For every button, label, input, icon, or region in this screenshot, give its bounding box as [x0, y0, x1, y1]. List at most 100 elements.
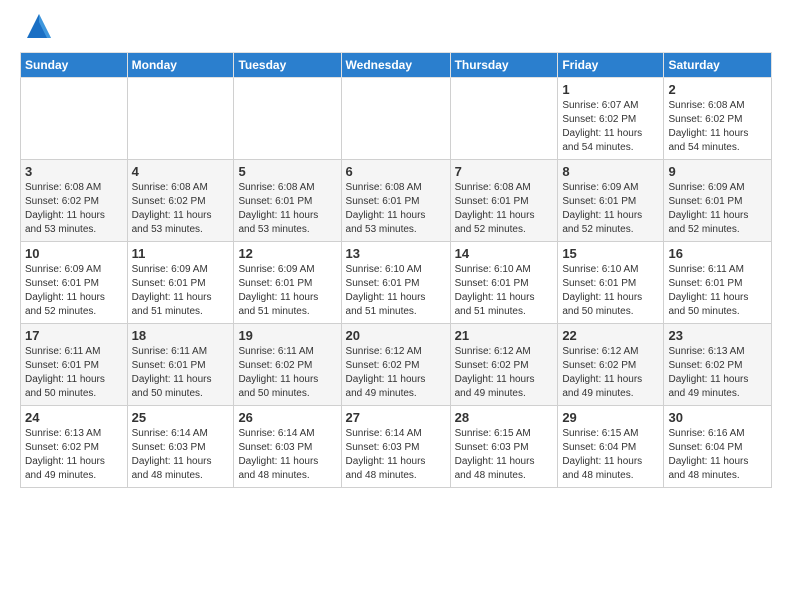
empty-cell	[341, 78, 450, 160]
day-cell-9: 9 Sunrise: 6:09 AMSunset: 6:01 PMDaylight…	[664, 160, 772, 242]
empty-cell	[21, 78, 128, 160]
day-info: Sunrise: 6:10 AMSunset: 6:01 PMDaylight:…	[562, 263, 659, 319]
weekday-header-monday: Monday	[127, 53, 234, 78]
day-info: Sunrise: 6:09 AMSunset: 6:01 PMDaylight:…	[25, 263, 123, 319]
day-cell-12: 12 Sunrise: 6:09 AMSunset: 6:01 PMDayligh…	[234, 242, 341, 324]
weekday-header-saturday: Saturday	[664, 53, 772, 78]
empty-cell	[450, 78, 558, 160]
day-cell-24: 24 Sunrise: 6:13 AMSunset: 6:02 PMDayligh…	[21, 406, 128, 488]
day-cell-23: 23 Sunrise: 6:13 AMSunset: 6:02 PMDayligh…	[664, 324, 772, 406]
day-cell-5: 5Sunrise: 6:08 AMSunset: 6:01 PMDaylight…	[234, 160, 341, 242]
calendar: SundayMondayTuesdayWednesdayThursdayFrid…	[20, 52, 772, 488]
day-number: 15	[562, 246, 659, 261]
day-number: 14	[455, 246, 554, 261]
day-number: 13	[346, 246, 446, 261]
day-info: Sunrise: 6:12 AMSunset: 6:02 PMDaylight:…	[455, 345, 554, 401]
day-cell-29: 29 Sunrise: 6:15 AMSunset: 6:04 PMDayligh…	[558, 406, 664, 488]
day-cell-21: 21Sunrise: 6:12 AMSunset: 6:02 PMDayligh…	[450, 324, 558, 406]
day-number: 23	[668, 328, 767, 343]
day-cell-27: 27 Sunrise: 6:14 AMSunset: 6:03 PMDayligh…	[341, 406, 450, 488]
week-row-1: 1 Sunrise: 6:07 AMSunset: 6:02 PMDaylight…	[21, 78, 772, 160]
day-info: Sunrise: 6:07 AMSunset: 6:02 PMDaylight:…	[562, 99, 659, 155]
weekday-header-tuesday: Tuesday	[234, 53, 341, 78]
day-number: 6	[346, 164, 446, 179]
day-cell-28: 28Sunrise: 6:15 AMSunset: 6:03 PMDayligh…	[450, 406, 558, 488]
week-row-3: 10 Sunrise: 6:09 AMSunset: 6:01 PMDayligh…	[21, 242, 772, 324]
day-number: 30	[668, 410, 767, 425]
day-info: Sunrise: 6:10 AMSunset: 6:01 PMDaylight:…	[455, 263, 554, 319]
weekday-header-thursday: Thursday	[450, 53, 558, 78]
day-info: Sunrise: 6:12 AMSunset: 6:02 PMDaylight:…	[562, 345, 659, 401]
day-info: Sunrise: 6:13 AMSunset: 6:02 PMDaylight:…	[25, 427, 123, 483]
day-info: Sunrise: 6:14 AMSunset: 6:03 PMDaylight:…	[238, 427, 336, 483]
day-info: Sunrise: 6:08 AMSunset: 6:02 PMDaylight:…	[25, 181, 123, 237]
day-cell-1: 1 Sunrise: 6:07 AMSunset: 6:02 PMDaylight…	[558, 78, 664, 160]
day-cell-16: 16 Sunrise: 6:11 AMSunset: 6:01 PMDayligh…	[664, 242, 772, 324]
week-row-2: 3 Sunrise: 6:08 AMSunset: 6:02 PMDaylight…	[21, 160, 772, 242]
day-number: 9	[668, 164, 767, 179]
day-number: 19	[238, 328, 336, 343]
day-cell-30: 30 Sunrise: 6:16 AMSunset: 6:04 PMDayligh…	[664, 406, 772, 488]
day-cell-4: 4 Sunrise: 6:08 AMSunset: 6:02 PMDaylight…	[127, 160, 234, 242]
day-cell-25: 25 Sunrise: 6:14 AMSunset: 6:03 PMDayligh…	[127, 406, 234, 488]
day-cell-19: 19 Sunrise: 6:11 AMSunset: 6:02 PMDayligh…	[234, 324, 341, 406]
day-number: 25	[132, 410, 230, 425]
day-number: 22	[562, 328, 659, 343]
day-cell-3: 3 Sunrise: 6:08 AMSunset: 6:02 PMDaylight…	[21, 160, 128, 242]
day-number: 29	[562, 410, 659, 425]
day-info: Sunrise: 6:11 AMSunset: 6:01 PMDaylight:…	[668, 263, 767, 319]
day-info: Sunrise: 6:08 AMSunset: 6:01 PMDaylight:…	[238, 181, 336, 237]
day-info: Sunrise: 6:11 AMSunset: 6:01 PMDaylight:…	[25, 345, 123, 401]
day-info: Sunrise: 6:14 AMSunset: 6:03 PMDaylight:…	[346, 427, 446, 483]
day-number: 16	[668, 246, 767, 261]
day-info: Sunrise: 6:09 AMSunset: 6:01 PMDaylight:…	[132, 263, 230, 319]
day-cell-2: 2 Sunrise: 6:08 AMSunset: 6:02 PMDaylight…	[664, 78, 772, 160]
day-info: Sunrise: 6:09 AMSunset: 6:01 PMDaylight:…	[238, 263, 336, 319]
empty-cell	[127, 78, 234, 160]
week-row-4: 17 Sunrise: 6:11 AMSunset: 6:01 PMDayligh…	[21, 324, 772, 406]
day-number: 24	[25, 410, 123, 425]
day-number: 4	[132, 164, 230, 179]
logo-icon	[23, 10, 55, 42]
day-info: Sunrise: 6:09 AMSunset: 6:01 PMDaylight:…	[668, 181, 767, 237]
day-cell-8: 8Sunrise: 6:09 AMSunset: 6:01 PMDaylight…	[558, 160, 664, 242]
day-info: Sunrise: 6:16 AMSunset: 6:04 PMDaylight:…	[668, 427, 767, 483]
day-cell-18: 18Sunrise: 6:11 AMSunset: 6:01 PMDayligh…	[127, 324, 234, 406]
day-info: Sunrise: 6:08 AMSunset: 6:02 PMDaylight:…	[132, 181, 230, 237]
day-cell-22: 22 Sunrise: 6:12 AMSunset: 6:02 PMDayligh…	[558, 324, 664, 406]
day-number: 20	[346, 328, 446, 343]
day-number: 27	[346, 410, 446, 425]
day-cell-6: 6 Sunrise: 6:08 AMSunset: 6:01 PMDaylight…	[341, 160, 450, 242]
day-info: Sunrise: 6:15 AMSunset: 6:04 PMDaylight:…	[562, 427, 659, 483]
day-info: Sunrise: 6:08 AMSunset: 6:02 PMDaylight:…	[668, 99, 767, 155]
weekday-header-wednesday: Wednesday	[341, 53, 450, 78]
day-cell-26: 26 Sunrise: 6:14 AMSunset: 6:03 PMDayligh…	[234, 406, 341, 488]
day-cell-15: 15 Sunrise: 6:10 AMSunset: 6:01 PMDayligh…	[558, 242, 664, 324]
day-number: 10	[25, 246, 123, 261]
day-cell-11: 11 Sunrise: 6:09 AMSunset: 6:01 PMDayligh…	[127, 242, 234, 324]
weekday-header-row: SundayMondayTuesdayWednesdayThursdayFrid…	[21, 53, 772, 78]
day-info: Sunrise: 6:11 AMSunset: 6:02 PMDaylight:…	[238, 345, 336, 401]
logo	[20, 16, 55, 42]
empty-cell	[234, 78, 341, 160]
week-row-5: 24 Sunrise: 6:13 AMSunset: 6:02 PMDayligh…	[21, 406, 772, 488]
day-number: 11	[132, 246, 230, 261]
day-number: 17	[25, 328, 123, 343]
day-number: 1	[562, 82, 659, 97]
day-cell-17: 17 Sunrise: 6:11 AMSunset: 6:01 PMDayligh…	[21, 324, 128, 406]
day-cell-10: 10 Sunrise: 6:09 AMSunset: 6:01 PMDayligh…	[21, 242, 128, 324]
day-cell-13: 13 Sunrise: 6:10 AMSunset: 6:01 PMDayligh…	[341, 242, 450, 324]
day-number: 18	[132, 328, 230, 343]
day-number: 3	[25, 164, 123, 179]
day-info: Sunrise: 6:10 AMSunset: 6:01 PMDaylight:…	[346, 263, 446, 319]
day-info: Sunrise: 6:09 AMSunset: 6:01 PMDaylight:…	[562, 181, 659, 237]
day-cell-14: 14 Sunrise: 6:10 AMSunset: 6:01 PMDayligh…	[450, 242, 558, 324]
day-number: 26	[238, 410, 336, 425]
weekday-header-friday: Friday	[558, 53, 664, 78]
day-info: Sunrise: 6:14 AMSunset: 6:03 PMDaylight:…	[132, 427, 230, 483]
day-number: 7	[455, 164, 554, 179]
day-info: Sunrise: 6:08 AMSunset: 6:01 PMDaylight:…	[346, 181, 446, 237]
day-info: Sunrise: 6:13 AMSunset: 6:02 PMDaylight:…	[668, 345, 767, 401]
day-number: 2	[668, 82, 767, 97]
day-number: 12	[238, 246, 336, 261]
